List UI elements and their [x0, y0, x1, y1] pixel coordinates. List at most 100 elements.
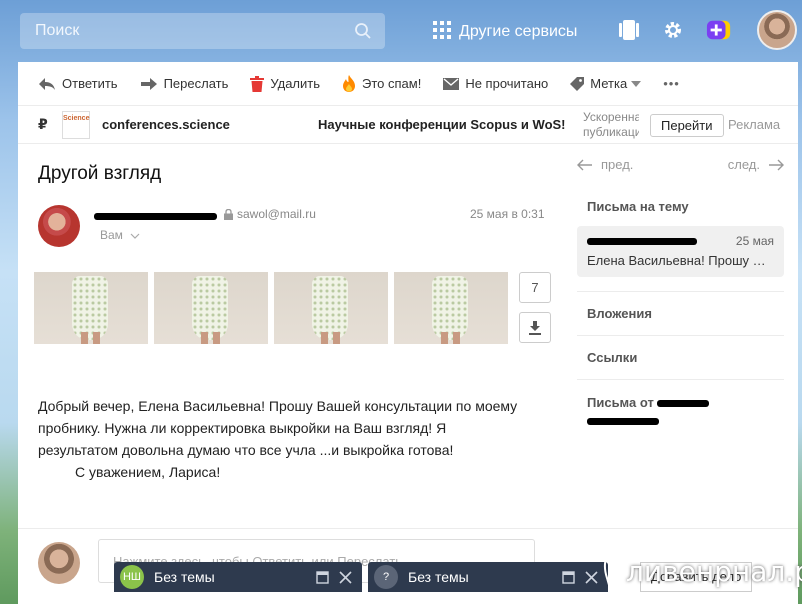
- leg-image: [333, 332, 340, 344]
- dress-image: [72, 276, 108, 340]
- unread-label: Не прочитано: [465, 76, 549, 91]
- thread-section-title[interactable]: Письма на тему: [577, 185, 784, 226]
- arrow-right-icon: [769, 159, 784, 170]
- next-message-link[interactable]: след.: [728, 157, 784, 172]
- ad-description: Ускоренная публикация: [583, 110, 639, 139]
- message-signature: С уважением, Лариса!: [75, 464, 221, 480]
- ad-domain[interactable]: conferences.science: [102, 117, 230, 132]
- letters-from-label: Письма от: [587, 395, 654, 410]
- forward-label: Переслать: [163, 76, 229, 91]
- tag-icon: [570, 76, 585, 91]
- ruble-icon: ₽: [38, 116, 48, 132]
- apps-grid-icon: [433, 20, 451, 44]
- spam-label: Это спам!: [362, 76, 422, 91]
- ad-go-button[interactable]: Перейти: [650, 114, 724, 137]
- delete-label: Удалить: [270, 76, 321, 91]
- message-toolbar: Ответить Переслать Удалить Это спам! Не …: [18, 62, 798, 106]
- attachment-thumbnail[interactable]: [274, 272, 388, 344]
- ad-title[interactable]: Научные конференции Scopus и WoS!: [318, 117, 566, 132]
- message-navigation: пред. след.: [577, 145, 784, 185]
- gear-icon[interactable]: [660, 17, 686, 43]
- prev-message-link[interactable]: пред.: [577, 157, 633, 172]
- message-date: 25 мая в 0:31: [470, 207, 545, 221]
- feather-pen-icon: [603, 548, 619, 594]
- leg-image: [201, 332, 208, 344]
- sender-email[interactable]: sawol@mail.ru: [237, 207, 316, 221]
- reply-icon: [39, 77, 55, 90]
- caret-down-icon: [631, 80, 642, 87]
- search-box[interactable]: Поиск: [20, 13, 385, 49]
- themes-icon[interactable]: [616, 17, 642, 43]
- draft-badge: ?: [374, 565, 398, 589]
- search-input[interactable]: Поиск: [35, 22, 79, 40]
- attachment-thumbnail[interactable]: [34, 272, 148, 344]
- from-name-redacted: [657, 400, 710, 408]
- forward-icon: [140, 77, 157, 90]
- lock-icon: [224, 208, 233, 223]
- maximize-icon[interactable]: [562, 570, 575, 584]
- thread-snippet: Елена Васильевна! Прошу Вашей консультац…: [587, 253, 772, 268]
- dress-image: [312, 276, 348, 340]
- ad-banner[interactable]: ₽ Science conferences.science Научные ко…: [18, 106, 798, 144]
- attachment-thumbnail[interactable]: [394, 272, 508, 344]
- label-button[interactable]: Метка: [570, 76, 642, 91]
- chevron-down-icon: [130, 233, 140, 239]
- label-label: Метка: [590, 76, 628, 91]
- message-body: Добрый вечер, Елена Васильевна! Прошу Ва…: [38, 395, 528, 483]
- dress-image: [192, 276, 228, 340]
- forward-button[interactable]: Переслать: [140, 76, 229, 91]
- thread-date: 25 мая: [735, 234, 774, 248]
- leg-image: [213, 332, 220, 344]
- search-icon[interactable]: [354, 22, 372, 43]
- other-services-label: Другие сервисы: [459, 23, 578, 40]
- compose-draft-tab[interactable]: НШ Без темы: [114, 562, 362, 592]
- message-sidebar: пред. след. Письма на тему 25 мая Елена …: [577, 145, 784, 444]
- compose-draft-tab[interactable]: ? Без темы: [368, 562, 608, 592]
- recipient-label: Вам: [100, 228, 123, 242]
- recipient-toggle[interactable]: Вам: [100, 228, 140, 242]
- links-section[interactable]: Ссылки: [577, 336, 784, 380]
- close-icon[interactable]: [585, 570, 598, 584]
- fire-icon: [343, 75, 356, 92]
- envelope-icon: [443, 77, 460, 90]
- leg-image: [453, 332, 460, 344]
- reply-button[interactable]: Ответить: [38, 76, 118, 91]
- ad-logo: Science: [62, 110, 90, 139]
- top-bar: Поиск Другие сервисы: [0, 0, 802, 62]
- other-services-button[interactable]: Другие сервисы: [433, 19, 577, 45]
- attachment-thumbnail[interactable]: [154, 272, 268, 344]
- attachments-section[interactable]: Вложения: [577, 291, 784, 336]
- sender-name-redacted[interactable]: [94, 208, 217, 223]
- draft-badge: НШ: [120, 565, 144, 589]
- next-label: след.: [727, 157, 760, 172]
- close-icon[interactable]: [339, 570, 352, 584]
- site-watermark: ливенрнал.ру: [600, 548, 802, 594]
- leg-image: [93, 332, 100, 344]
- trash-icon: [250, 75, 265, 92]
- more-button[interactable]: •••: [663, 76, 680, 91]
- leg-image: [81, 332, 88, 344]
- my-avatar: [38, 542, 80, 584]
- plus-subscription-icon[interactable]: [706, 17, 732, 43]
- draft-title: Без темы: [408, 569, 469, 585]
- watermark-text: ливенрнал.ру: [626, 554, 802, 588]
- delete-button[interactable]: Удалить: [250, 75, 321, 92]
- from-name-redacted-2: [587, 418, 659, 426]
- reply-label: Ответить: [62, 76, 118, 91]
- message-body-text: Добрый вечер, Елена Васильевна! Прошу Ва…: [38, 398, 518, 458]
- letters-from-section[interactable]: Письма от: [577, 380, 784, 444]
- spam-button[interactable]: Это спам!: [342, 75, 421, 92]
- download-all-button[interactable]: [519, 312, 551, 343]
- mail-panel: Ответить Переслать Удалить Это спам! Не …: [18, 62, 798, 604]
- leg-image: [321, 332, 328, 344]
- user-avatar[interactable]: [757, 10, 797, 50]
- sender-avatar[interactable]: [38, 205, 80, 247]
- maximize-icon[interactable]: [316, 570, 329, 584]
- ad-label: Реклама: [728, 117, 781, 132]
- thread-message-card[interactable]: 25 мая Елена Васильевна! Прошу Вашей кон…: [577, 226, 784, 277]
- draft-title: Без темы: [154, 569, 215, 585]
- prev-label: пред.: [601, 157, 634, 172]
- attachments-count-button[interactable]: 7: [519, 272, 551, 303]
- ad-logo-text: Science: [63, 114, 90, 122]
- mark-unread-button[interactable]: Не прочитано: [443, 76, 548, 91]
